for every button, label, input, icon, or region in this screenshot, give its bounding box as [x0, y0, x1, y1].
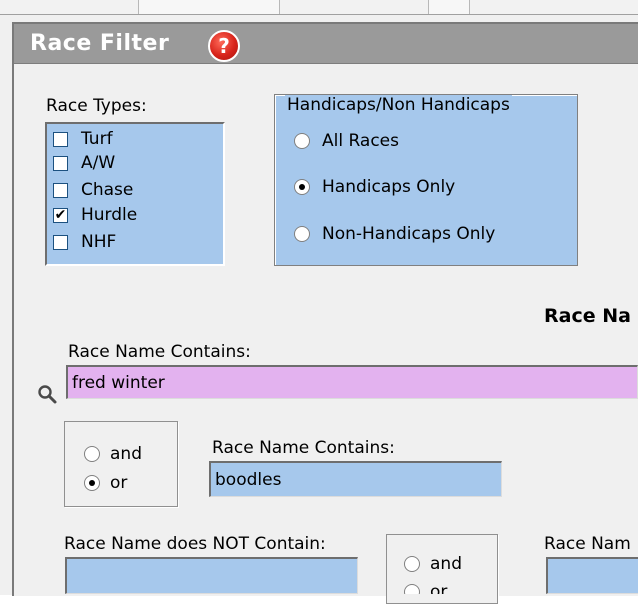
radio-label: and	[430, 554, 462, 574]
radio-button-selected[interactable]	[294, 179, 310, 195]
race-name-contains2-input[interactable]	[209, 461, 502, 497]
race-type-label: Turf	[81, 129, 113, 149]
race-name-contains2-label: Race Name Contains:	[212, 438, 395, 458]
race-types-label: Race Types:	[46, 96, 147, 116]
radio-button[interactable]	[294, 226, 310, 242]
race-name-not-contains-label: Race Name does NOT Contain:	[64, 534, 326, 554]
radio-label: All Races	[322, 131, 399, 151]
panel-title: Race Filter	[30, 31, 170, 56]
radio-label: Handicaps Only	[322, 177, 456, 197]
radio-and-2[interactable]: and	[404, 554, 484, 576]
checkbox-checked[interactable]: ✔	[53, 208, 68, 223]
handicaps-legend: Handicaps/Non Handicaps	[285, 95, 512, 115]
race-type-label: A/W	[81, 153, 116, 173]
top-toolbar-strip	[0, 0, 638, 14]
race-types-list[interactable]	[45, 122, 225, 266]
checkbox[interactable]	[53, 156, 68, 171]
top-tab[interactable]	[138, 0, 280, 14]
race-name-heading: Race Na	[544, 305, 631, 327]
radio-or[interactable]: or	[84, 473, 164, 495]
top-tab[interactable]	[428, 0, 470, 14]
race-name-contains-label: Race Name Contains:	[68, 342, 251, 362]
race-name-cut-input[interactable]	[546, 557, 638, 594]
checkbox[interactable]	[53, 132, 68, 147]
race-name-not-contains-input[interactable]	[65, 557, 358, 594]
check-icon: ✔	[54, 207, 67, 223]
radio-label: and	[110, 444, 142, 464]
radio-or-2[interactable]: or	[404, 582, 484, 594]
help-glyph: ?	[218, 34, 230, 58]
radio-label: or	[430, 582, 448, 594]
radio-button[interactable]	[294, 133, 310, 149]
race-name-contains-input[interactable]	[66, 365, 638, 399]
checkbox[interactable]	[53, 183, 68, 198]
radio-and[interactable]: and	[84, 444, 164, 466]
race-type-label: NHF	[81, 232, 117, 252]
radio-label: Non-Handicaps Only	[322, 224, 496, 244]
radio-button-selected[interactable]	[84, 475, 100, 491]
checkbox[interactable]	[53, 235, 68, 250]
help-icon[interactable]: ?	[208, 30, 240, 62]
radio-button[interactable]	[404, 584, 420, 594]
radio-button[interactable]	[84, 446, 100, 462]
radio-button[interactable]	[404, 556, 420, 572]
radio-label: or	[110, 473, 128, 493]
search-icon[interactable]	[37, 384, 59, 406]
radio-non-handicaps-only[interactable]: Non-Handicaps Only	[294, 224, 554, 250]
race-type-label: Hurdle	[81, 205, 138, 225]
race-type-label: Chase	[81, 180, 134, 200]
race-name-cut-label: Race Nam	[544, 534, 631, 554]
radio-all-races[interactable]: All Races	[294, 131, 554, 157]
radio-handicaps-only[interactable]: Handicaps Only	[294, 177, 554, 203]
